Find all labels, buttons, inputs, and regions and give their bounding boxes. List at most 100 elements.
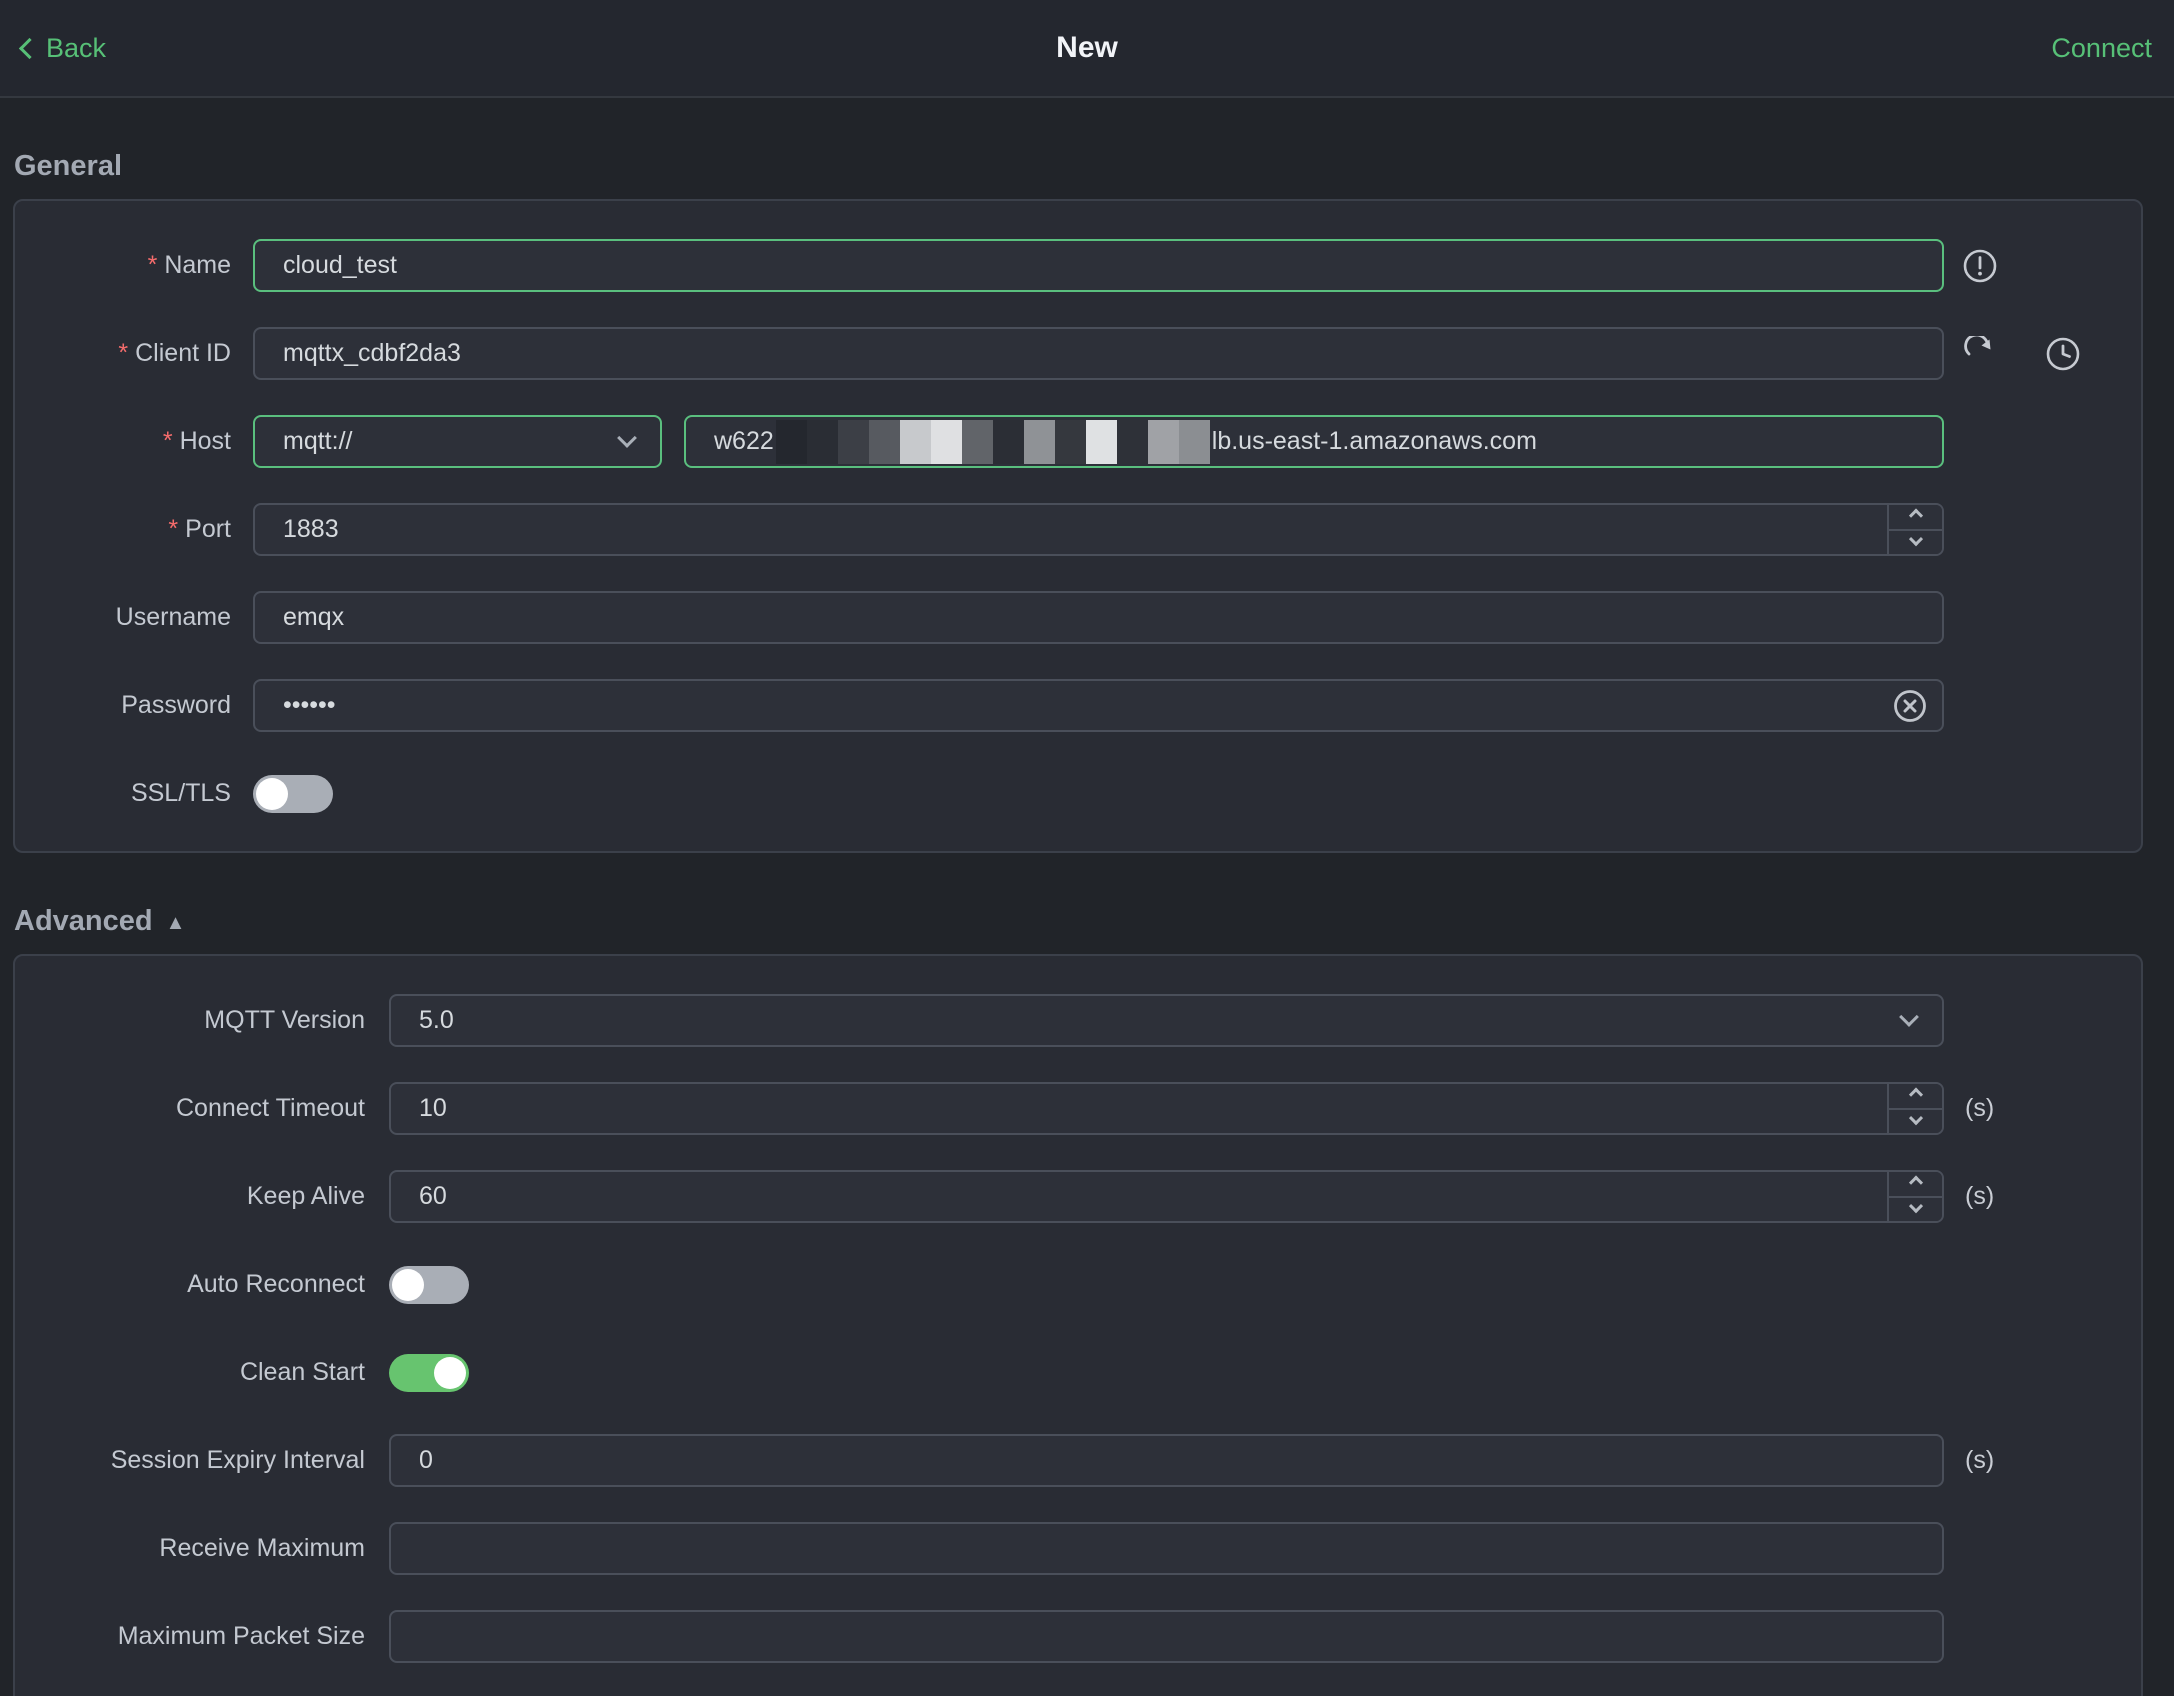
connect-label: Connect bbox=[2051, 32, 2152, 63]
connect-timeout-stepper bbox=[389, 1082, 1944, 1135]
max-packet-size-input[interactable] bbox=[389, 1610, 1944, 1663]
stepper-up-button[interactable] bbox=[1889, 505, 1942, 529]
required-marker: * bbox=[162, 427, 173, 455]
form-row-receive-maximum: Receive Maximum bbox=[30, 1522, 2141, 1575]
circle-x-icon[interactable] bbox=[1892, 688, 1928, 724]
warning-circle-icon[interactable] bbox=[1962, 248, 1998, 284]
mqtt-version-select[interactable]: 5.0 bbox=[389, 994, 1944, 1047]
general-panel: *Name *Client ID bbox=[13, 199, 2143, 853]
stepper-down-button[interactable] bbox=[1889, 1195, 1942, 1221]
client-id-label: * Client ID bbox=[118, 339, 231, 367]
host-redacted-mosaic bbox=[775, 419, 1210, 464]
host-label: * Host bbox=[162, 427, 231, 455]
port-label: * Port bbox=[168, 515, 231, 543]
connect-timeout-label: Connect Timeout bbox=[176, 1094, 365, 1122]
keep-alive-stepper-controls bbox=[1887, 1172, 1942, 1221]
chevron-up-icon bbox=[1908, 1087, 1923, 1102]
redacted-block bbox=[1023, 419, 1055, 464]
redacted-block bbox=[1116, 419, 1148, 464]
name-input[interactable] bbox=[253, 239, 1944, 292]
redacted-block bbox=[992, 419, 1024, 464]
connect-timeout-input[interactable] bbox=[389, 1082, 1944, 1135]
redacted-block bbox=[1054, 419, 1086, 464]
triangle-up-icon: ▲ bbox=[165, 912, 186, 934]
chevron-down-icon bbox=[1908, 1111, 1923, 1126]
form-row-max-packet-size: Maximum Packet Size bbox=[30, 1610, 2141, 1663]
host-input[interactable]: w622 lb.us-east-1.amazonaws.com bbox=[684, 415, 1944, 468]
required-marker: * bbox=[147, 251, 158, 279]
form-row-host: * Host mqtt:// w622 lb.us-east-1.amazonaw… bbox=[30, 415, 2141, 468]
redacted-block bbox=[899, 419, 931, 464]
clock-icon[interactable] bbox=[2045, 336, 2081, 372]
form-row-mqtt-version: MQTT Version 5.0 bbox=[30, 994, 2141, 1047]
form-row-clean-start: Clean Start bbox=[30, 1346, 2141, 1399]
refresh-icon[interactable] bbox=[1962, 335, 1998, 372]
general-section-heading: General bbox=[14, 150, 2143, 183]
stepper-down-button[interactable] bbox=[1889, 1107, 1942, 1133]
back-button[interactable]: Back bbox=[18, 33, 106, 64]
auto-reconnect-label: Auto Reconnect bbox=[187, 1270, 365, 1298]
redacted-block bbox=[806, 419, 838, 464]
required-marker: * bbox=[118, 339, 129, 367]
stepper-down-button[interactable] bbox=[1889, 528, 1942, 554]
host-protocol-select[interactable]: mqtt:// bbox=[253, 415, 662, 468]
form-row-keep-alive: Keep Alive (s) bbox=[30, 1170, 2141, 1223]
auto-reconnect-toggle[interactable] bbox=[389, 1265, 469, 1304]
redacted-block bbox=[837, 419, 869, 464]
advanced-section-heading[interactable]: Advanced ▲ bbox=[14, 905, 2143, 938]
name-label: * Name bbox=[147, 251, 231, 279]
chevron-down-icon bbox=[617, 428, 637, 448]
receive-maximum-input[interactable] bbox=[389, 1522, 1944, 1575]
advanced-heading-label: Advanced bbox=[14, 905, 153, 937]
ssl-toggle[interactable] bbox=[253, 774, 333, 813]
form-row-username: Username bbox=[30, 591, 2141, 644]
form-row-name: * Name bbox=[30, 239, 2141, 292]
form-row-port: * Port bbox=[30, 503, 2141, 556]
username-label: Username bbox=[115, 603, 231, 631]
redacted-block bbox=[1085, 419, 1117, 464]
clean-start-toggle[interactable] bbox=[389, 1353, 469, 1392]
connect-timeout-stepper-controls bbox=[1887, 1084, 1942, 1133]
clean-start-label: Clean Start bbox=[239, 1358, 365, 1386]
ssl-label: SSL/TLS bbox=[130, 779, 231, 807]
stepper-up-button[interactable] bbox=[1889, 1084, 1942, 1108]
connect-button[interactable]: Connect bbox=[2051, 33, 2152, 64]
port-stepper-controls bbox=[1887, 505, 1942, 554]
session-expiry-label: Session Expiry Interval bbox=[110, 1446, 365, 1474]
general-heading-label: General bbox=[14, 150, 122, 182]
host-protocol-value: mqtt:// bbox=[283, 427, 353, 455]
form-row-client-id: * Client ID bbox=[30, 327, 2141, 380]
client-id-input[interactable] bbox=[253, 327, 1944, 380]
redacted-block bbox=[1178, 419, 1210, 464]
username-input[interactable] bbox=[253, 591, 1944, 644]
max-packet-size-label: Maximum Packet Size bbox=[117, 1622, 365, 1650]
form-row-session-expiry: Session Expiry Interval (s) bbox=[30, 1434, 2141, 1487]
redacted-block bbox=[868, 419, 900, 464]
redacted-block bbox=[930, 419, 962, 464]
keep-alive-label: Keep Alive bbox=[246, 1182, 365, 1210]
chevron-up-icon bbox=[1908, 1175, 1923, 1190]
form-row-password: Password bbox=[30, 679, 2141, 732]
redacted-block bbox=[961, 419, 993, 464]
chevron-down-icon bbox=[1899, 1007, 1919, 1027]
keep-alive-stepper bbox=[389, 1170, 1944, 1223]
top-bar: Back New Connect bbox=[0, 0, 2174, 98]
mqtt-version-value: 5.0 bbox=[419, 1006, 454, 1034]
form-row-ssl: SSL/TLS bbox=[30, 767, 2141, 820]
mqtt-version-label: MQTT Version bbox=[204, 1006, 365, 1034]
form-row-auto-reconnect: Auto Reconnect bbox=[30, 1258, 2141, 1311]
chevron-left-icon bbox=[18, 37, 41, 60]
port-input[interactable] bbox=[253, 503, 1944, 556]
password-label: Password bbox=[121, 691, 231, 719]
redacted-block bbox=[775, 419, 807, 464]
host-value-suffix: lb.us-east-1.amazonaws.com bbox=[1211, 427, 1537, 455]
session-expiry-unit: (s) bbox=[1965, 1446, 1995, 1474]
host-value-prefix: w622 bbox=[714, 427, 774, 455]
password-input[interactable] bbox=[253, 679, 1944, 732]
form-row-connect-timeout: Connect Timeout (s) bbox=[30, 1082, 2141, 1135]
stepper-up-button[interactable] bbox=[1889, 1172, 1942, 1196]
keep-alive-input[interactable] bbox=[389, 1170, 1944, 1223]
required-marker: * bbox=[168, 515, 179, 543]
session-expiry-input[interactable] bbox=[389, 1434, 1944, 1487]
keep-alive-unit: (s) bbox=[1965, 1182, 1995, 1210]
